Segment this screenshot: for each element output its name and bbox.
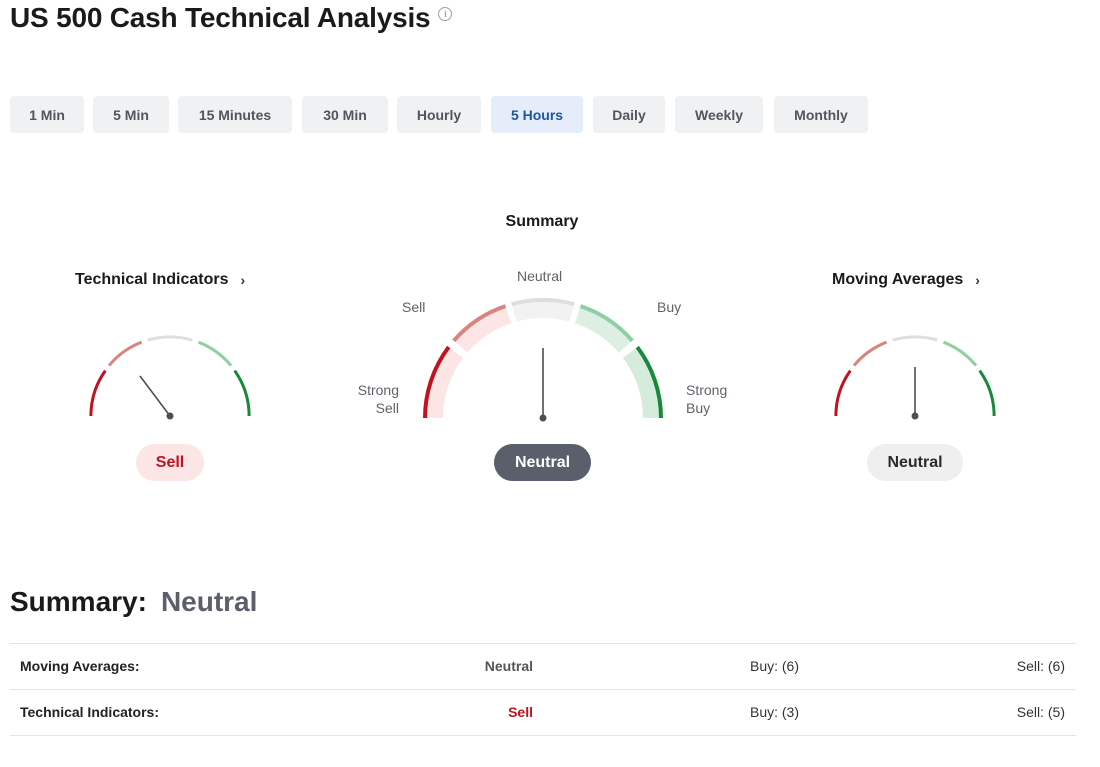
gauge-label-strong-sell-line2: Sell (375, 400, 399, 416)
gauge-needle (139, 375, 171, 417)
summary-gauge (423, 298, 663, 422)
tab-30-min[interactable]: 30 Min (302, 96, 388, 133)
gauge-label-strong-sell-line1: Strong (357, 382, 399, 398)
row-buy-count: Buy: (6) (749, 658, 799, 674)
technical-indicators-result: Sell (136, 444, 204, 481)
gauge-segment-buy (197, 340, 233, 367)
info-icon[interactable]: i (438, 7, 453, 21)
summary-heading: Summary: Neutral (10, 586, 257, 618)
row-name: Moving Averages: (20, 658, 140, 674)
gauge-segment-sell (852, 340, 888, 367)
row-buy-count: Buy: (3) (749, 704, 799, 720)
gauge-segment-sell (107, 340, 143, 367)
gauge-segment-strong-buy (978, 369, 996, 417)
gauge-label-strong-sell: Strong Sell (344, 381, 399, 417)
technical-indicators-title-text: Technical Indicators (75, 271, 229, 288)
tab-daily[interactable]: Daily (593, 96, 665, 133)
moving-averages-result: Neutral (867, 444, 963, 481)
page-title-text: US 500 Cash Technical Analysis (10, 2, 431, 33)
gauge-label-strong-buy-line1: Strong (686, 382, 728, 398)
summary-heading-label: Summary: (10, 586, 147, 617)
chevron-right-icon: › (240, 272, 246, 288)
page-title: US 500 Cash Technical Analysis i (10, 2, 453, 34)
tab-5-hours[interactable]: 5 Hours (491, 96, 583, 133)
tab-monthly[interactable]: Monthly (774, 96, 868, 133)
summary-gauge-result: Neutral (494, 444, 591, 481)
row-signal: Sell (508, 704, 533, 720)
row-name: Technical Indicators: (20, 704, 159, 720)
technical-indicators-title[interactable]: Technical Indicators › (75, 271, 245, 289)
chevron-right-icon: › (975, 272, 980, 288)
tab-15-minutes[interactable]: 15 Minutes (178, 96, 292, 133)
gauge-segment-strong-buy (233, 369, 251, 417)
gauge-label-sell: Sell (402, 299, 426, 315)
gauge-segment-neutral (892, 335, 938, 342)
summary-table: Moving Averages: Neutral Buy: (6) Sell: … (10, 643, 1076, 736)
table-row: Technical Indicators: Sell Buy: (3) Sell… (10, 690, 1076, 736)
summary-gauge-title: Summary (505, 213, 579, 230)
gauge-label-buy: Buy (657, 299, 682, 315)
gauge-segment-buy (942, 340, 978, 367)
table-row: Moving Averages: Neutral Buy: (6) Sell: … (10, 644, 1076, 690)
moving-averages-gauge (834, 335, 996, 420)
tab-1-min[interactable]: 1 Min (10, 96, 84, 133)
gauge-segment-neutral (147, 335, 193, 342)
gauge-label-neutral: Neutral (517, 268, 563, 284)
gauge-label-strong-buy-line2: Buy (686, 400, 711, 416)
summary-heading-value: Neutral (160, 586, 258, 617)
moving-averages-title[interactable]: Moving Averages › (832, 271, 980, 289)
moving-averages-title-text: Moving Averages (832, 271, 964, 288)
gauge-needle-pivot (166, 412, 174, 420)
tab-weekly[interactable]: Weekly (675, 96, 763, 133)
tab-5-min[interactable]: 5 Min (93, 96, 169, 133)
tab-hourly[interactable]: Hourly (397, 96, 481, 133)
gauge-needle-pivot (911, 412, 919, 420)
gauge-segment-strong-sell (834, 369, 852, 417)
row-sell-count: Sell: (6) (1016, 658, 1065, 674)
row-signal: Neutral (484, 658, 533, 674)
gauge-label-strong-buy: Strong Buy (686, 381, 727, 417)
gauge-needle-pivot (539, 414, 547, 422)
row-sell-count: Sell: (5) (1016, 704, 1065, 720)
technical-indicators-gauge (89, 335, 251, 420)
gauge-segment-strong-sell (89, 369, 107, 417)
